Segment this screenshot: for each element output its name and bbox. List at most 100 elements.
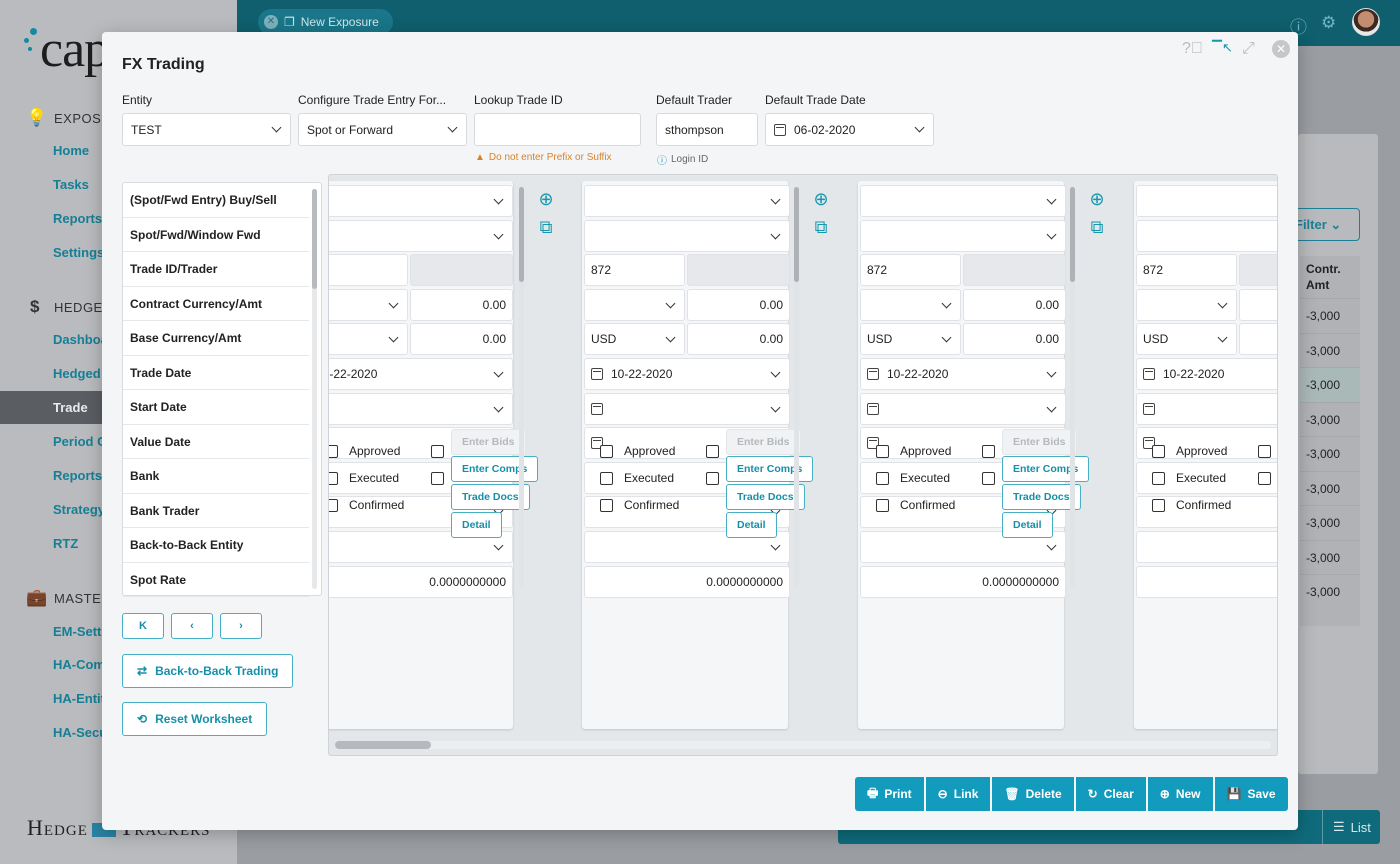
enter-comps-button[interactable]: Enter Comps [451,456,539,482]
trade-id-amount[interactable] [1239,254,1277,287]
approved-secondary-checkbox[interactable] [1258,445,1271,458]
trade-id-amount[interactable] [687,254,790,287]
sidebar-item-dashboard[interactable]: Dashboa [53,332,108,347]
base-currency-field[interactable]: USD [1136,323,1237,356]
first-page-button[interactable]: K [122,613,164,639]
confirmed-checkbox[interactable] [329,499,338,512]
base-currency-field[interactable]: USD [584,323,685,356]
start-date-picker[interactable] [860,392,1066,425]
trade-date-picker[interactable]: 10-22-2020 [1136,358,1277,390]
start-date-picker[interactable] [329,392,513,425]
approved-checkbox[interactable] [600,445,613,458]
confirmed-checkbox[interactable] [1152,499,1165,512]
spot-fwd-select[interactable] [329,219,513,252]
card-scrollbar[interactable] [519,187,524,587]
contract-currency-amount[interactable]: 0.00 [963,288,1066,321]
executed-secondary-checkbox[interactable] [706,472,719,485]
sidebar-item-em-settings[interactable]: EM-Setti [53,624,105,639]
horizontal-scrollbar[interactable] [335,741,1271,749]
configure-select[interactable]: Spot or Forward [298,113,467,146]
trade-id-amount[interactable] [963,254,1066,287]
start-date-picker[interactable] [1136,392,1277,425]
base-currency-amount[interactable] [1239,323,1277,356]
approved-checkbox[interactable] [876,445,889,458]
close-tab-icon[interactable]: ✕ [264,15,278,29]
card-scrollbar[interactable] [794,187,799,587]
copy-card-icon[interactable]: ⧉ [810,213,832,241]
trade-date-picker[interactable]: 10-22-2020 [860,358,1066,390]
trade-id-field[interactable]: 872 [860,254,961,287]
close-icon[interactable]: ✕ [1272,40,1290,58]
trade-id-field[interactable]: 872 [584,254,685,287]
sidebar-item-strategy[interactable]: Strategy [53,502,105,517]
detail-button[interactable]: Detail [1002,512,1053,538]
contract-currency-field[interactable] [584,288,685,321]
executed-secondary-checkbox[interactable] [431,472,444,485]
trade-date-picker[interactable]: 10-22-2020 [584,358,790,390]
avatar[interactable] [1352,8,1380,36]
spot-rate-input[interactable]: 0.0000000000 [584,565,790,598]
executed-checkbox[interactable] [600,472,613,485]
confirmed-checkbox[interactable] [876,499,889,512]
enter-comps-button[interactable]: Enter Comps [726,456,814,482]
executed-secondary-checkbox[interactable] [1258,472,1271,485]
approved-checkbox[interactable] [329,445,338,458]
contract-currency-field[interactable] [329,288,408,321]
help-icon[interactable]: ?⃝ [1182,40,1203,58]
base-currency-amount[interactable]: 0.00 [687,323,790,356]
trade-id-field[interactable]: 2 [329,254,408,287]
sidebar-item-tasks[interactable]: Tasks [53,177,89,192]
gear-icon[interactable]: ⚙ [1321,13,1336,33]
default-trade-date-picker[interactable]: 06-02-2020 [765,113,934,146]
copy-card-icon[interactable]: ⧉ [535,213,557,241]
contract-currency-amount[interactable]: 0.00 [410,288,513,321]
reset-worksheet-button[interactable]: ⟲ Reset Worksheet [122,702,268,736]
sidebar-item-hedged[interactable]: Hedged I [53,366,108,381]
new-button[interactable]: ⊕ New [1147,777,1213,811]
trade-id-field[interactable]: 872 [1136,254,1237,287]
trade-docs-button[interactable]: Trade Docs [451,484,530,510]
confirmed-checkbox[interactable] [600,499,613,512]
base-currency-amount[interactable]: 0.00 [963,323,1066,356]
trade-id-amount[interactable] [410,254,513,287]
expand-icon[interactable]: ⤢ [1242,40,1255,58]
labels-scrollbar[interactable] [312,189,317,589]
section-master[interactable]: 💼 MASTER [26,588,111,608]
executed-secondary-checkbox[interactable] [982,472,995,485]
detail-button[interactable]: Detail [451,512,502,538]
spot-rate-input[interactable]: 0.00 [1136,565,1277,598]
trade-docs-button[interactable]: Trade Docs [726,484,805,510]
base-currency-amount[interactable]: 0.00 [410,323,513,356]
buy-sell-select[interactable] [329,185,513,217]
spot-fwd-select[interactable] [1136,219,1277,252]
spot-rate-input[interactable]: 0.0000000000 [860,565,1066,598]
prev-page-button[interactable]: ‹ [171,613,213,639]
copy-card-icon[interactable]: ⧉ [1086,213,1108,241]
sidebar-item-rtz[interactable]: RTZ [53,536,78,551]
lookup-trade-id-input[interactable] [474,113,641,146]
contract-currency-amount[interactable] [1239,288,1277,321]
base-currency-field[interactable]: USD [860,323,961,356]
add-card-icon[interactable]: ⊕ [1086,185,1108,213]
back-to-back-entity-select[interactable] [1136,531,1277,563]
clear-button[interactable]: ↻ Clear [1075,777,1146,811]
executed-checkbox[interactable] [329,472,338,485]
contract-currency-field[interactable] [860,288,961,321]
print-button[interactable]: 🖶 Print [855,777,924,811]
executed-checkbox[interactable] [1152,472,1165,485]
sidebar-item-settings[interactable]: Settings [53,245,104,260]
sidebar-item-home[interactable]: Home [53,143,89,158]
approved-checkbox[interactable] [1152,445,1165,458]
spot-fwd-select[interactable] [860,219,1066,252]
add-card-icon[interactable]: ⊕ [535,185,557,213]
scrollbar-thumb[interactable] [335,741,431,749]
contract-currency-field[interactable] [1136,288,1237,321]
start-date-picker[interactable] [584,392,790,425]
buy-sell-select[interactable] [584,185,790,217]
approved-secondary-checkbox[interactable] [982,445,995,458]
next-page-button[interactable]: › [220,613,262,639]
approved-secondary-checkbox[interactable] [706,445,719,458]
sidebar-item-reports-2[interactable]: Reports [53,468,102,483]
trade-docs-button[interactable]: Trade Docs [1002,484,1081,510]
list-button[interactable]: ☰ List [1322,810,1380,844]
